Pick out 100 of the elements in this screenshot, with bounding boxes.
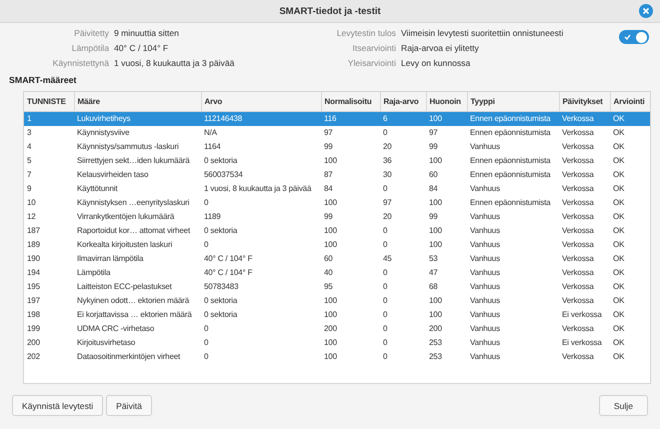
table-cell-text: Vanhuus <box>469 239 501 251</box>
table-cell: 100 <box>426 112 467 126</box>
table-cell-text: OK <box>612 267 626 279</box>
table-cell-text: 0 <box>203 197 210 209</box>
table-cell-text: 87 <box>323 169 334 181</box>
table-row[interactable]: 187 Raportoidut kor… attomat virheet 0 sektoria 100 0 100 Vanhuus Verkossa OK <box>24 224 650 238</box>
table-cell-text: Vanhuus <box>469 253 501 265</box>
column-header[interactable]: Arvo <box>201 92 321 112</box>
table-cell-text: 100 <box>428 225 443 237</box>
info-value: Raja-arvoa ei ylitetty <box>400 43 480 53</box>
table-row[interactable]: 197 Nykyinen odott… ektorien määrä 0 sektoria 100 0 100 Vanhuus Verkossa OK <box>24 294 650 308</box>
table-row[interactable]: 1 Lukuvirhetiheys 112146438 116 6 100 Ennen epäonnistumista Verkossa OK <box>24 112 650 126</box>
dialog-button[interactable]: Käynnistä levytesti <box>12 395 104 416</box>
table-cell: 97 <box>321 126 380 140</box>
table-cell-text: 53 <box>428 253 439 265</box>
table-cell-text: Verkossa <box>561 197 595 209</box>
table-cell-text: Verkossa <box>561 351 595 363</box>
table-cell-text: 0 <box>382 281 388 293</box>
table-cell-text: 60 <box>323 253 334 265</box>
table-cell-text: Dataosoitinmerkintöjen virheet <box>76 351 182 363</box>
toggle-switch[interactable] <box>619 30 649 44</box>
table-row[interactable]: 194 Lämpötila 40° C / 104° F 40 0 47 Vanhuus Verkossa OK <box>24 266 650 280</box>
table-cell-text: 100 <box>323 351 338 363</box>
table-cell-text: 0 <box>203 239 210 251</box>
column-header[interactable]: Päivitykset <box>559 92 610 112</box>
table-row[interactable]: 5 Siirrettyjen sekt…iden lukumäärä 0 sektoria 100 36 100 Ennen epäonnistumista Verkossa OK <box>24 154 650 168</box>
table-row[interactable]: 190 Ilmavirran lämpötila 40° C / 104° F 60 45 53 Vanhuus Verkossa OK <box>24 252 650 266</box>
table-cell-text: 197 <box>26 295 41 307</box>
table-cell-text: Käynnistys/sammutus -laskuri <box>76 141 180 153</box>
table-cell-text: Raportoidut kor… attomat virheet <box>76 225 192 237</box>
table-row[interactable]: 189 Korkealta kirjoitusten laskuri 0 100 0 100 Vanhuus Verkossa OK <box>24 238 650 252</box>
table-cell-text: Virrankytkentöjen lukumäärä <box>76 211 176 223</box>
table-cell-text: 0 <box>382 225 388 237</box>
table-cell-text: 7 <box>26 169 32 181</box>
column-header[interactable]: Normalisoitu <box>321 92 380 112</box>
table-cell-text: OK <box>612 295 626 307</box>
table-cell-text: 100 <box>323 337 338 349</box>
table-cell-text: Ennen epäonnistumista <box>469 155 552 167</box>
table-cell: OK <box>610 126 650 140</box>
table-cell-text: 9 <box>26 183 32 195</box>
table-cell-text: 253 <box>428 351 443 363</box>
table-cell-text: 0 <box>382 295 388 307</box>
table-cell-text: 36 <box>382 155 393 167</box>
table-row[interactable]: 202 Dataosoitinmerkintöjen virheet 0 100 0 253 Vanhuus Verkossa OK <box>24 350 650 364</box>
close-button[interactable]: Sulje <box>598 395 648 416</box>
table-cell-text: Vanhuus <box>469 295 501 307</box>
table-cell-text: 4 <box>26 141 32 153</box>
table-cell-text: 0 <box>382 351 388 363</box>
table-row[interactable]: 7 Kelausvirheiden taso 560037534 87 30 60 Ennen epäonnistumista Verkossa OK <box>24 168 650 182</box>
table-cell-text: Kirjoitusvirhetaso <box>76 337 136 349</box>
check-icon <box>624 34 631 40</box>
info-value: Viimeisin levytesti suoritettiin onnistuneesti <box>400 28 564 38</box>
column-header[interactable]: Arviointi <box>610 92 650 112</box>
table-row[interactable]: 10 Käynnistyksen …eenyrityslaskuri 0 100 97 100 Ennen epäonnistumista Verkossa OK <box>24 196 650 210</box>
table-cell-text: 0 <box>203 351 210 363</box>
table-cell-text: 0 <box>382 239 388 251</box>
info-label: Päivitetty <box>73 28 109 38</box>
table-row[interactable]: 12 Virrankytkentöjen lukumäärä 1189 99 20 99 Vanhuus Verkossa OK <box>24 210 650 224</box>
table-cell: N/A <box>201 126 321 140</box>
column-header[interactable]: TUNNISTE <box>24 92 74 112</box>
table-cell-text: Vanhuus <box>469 225 501 237</box>
table-cell-text: 84 <box>428 183 439 195</box>
table-cell-text: 0 sektoria <box>203 309 238 321</box>
table-row[interactable]: 4 Käynnistys/sammutus -laskuri 1164 99 20 99 Vanhuus Verkossa OK <box>24 140 650 154</box>
window-title: SMART-tiedot ja -testit <box>279 6 381 16</box>
table-cell-text: Ilmavirran lämpötila <box>76 253 144 265</box>
table-cell-text: 0 <box>203 337 210 349</box>
table-cell: Käynnistysviive <box>74 126 201 140</box>
table-cell-text: Siirrettyjen sekt…iden lukumäärä <box>76 155 191 167</box>
table-cell-text: Käyttötunnit <box>76 183 118 195</box>
table-row[interactable]: 199 UDMA CRC -virhetaso 0 200 0 200 Vanhuus Verkossa OK <box>24 322 650 336</box>
table-cell-text: OK <box>612 169 626 181</box>
table-row[interactable]: 9 Käyttötunnit 1 vuosi, 8 kuukautta ja 3 päivää 84 0 84 Vanhuus Verkossa OK <box>24 182 650 196</box>
table-row[interactable]: 200 Kirjoitusvirhetaso 0 100 0 253 Vanhuus Ei verkossa OK <box>24 336 650 350</box>
table-cell: 0 <box>380 126 426 140</box>
column-header[interactable]: Raja-arvo <box>380 92 426 112</box>
table-row[interactable]: 3 Käynnistysviive N/A 97 0 97 Ennen epäonnistumista Verkossa OK <box>24 126 650 140</box>
column-header[interactable]: Tyyppi <box>467 92 559 112</box>
table-cell-text: 189 <box>26 239 41 251</box>
table-cell-text: 45 <box>382 253 393 265</box>
table-cell: 97 <box>426 126 467 140</box>
close-icon[interactable] <box>639 4 653 18</box>
dialog-button[interactable]: Päivitä <box>106 395 152 416</box>
table-cell-text: 187 <box>26 225 41 237</box>
table-row[interactable]: 198 Ei korjattavissa … ektorien määrä 0 sektoria 100 0 100 Vanhuus Ei verkossa OK <box>24 308 650 322</box>
table-cell-text: OK <box>612 155 626 167</box>
table-cell: 1 <box>24 112 74 126</box>
table-cell-text: 194 <box>26 267 41 279</box>
column-header[interactable]: Määre <box>74 92 201 112</box>
table-cell-text: Vanhuus <box>469 267 501 279</box>
table-cell-text: Verkossa <box>561 267 595 279</box>
table-cell-text: 60 <box>428 169 439 181</box>
column-header[interactable]: Huonoin <box>426 92 467 112</box>
table-row[interactable]: 195 Laitteiston ECC-pelastukset 50783483 95 0 68 Vanhuus Verkossa OK <box>24 280 650 294</box>
info-value: 1 vuosi, 8 kuukautta ja 3 päivää <box>114 58 236 68</box>
table-cell-text: Nykyinen odott… ektorien määrä <box>76 295 190 307</box>
table-cell-text: 95 <box>323 281 334 293</box>
table-cell-text: Ennen epäonnistumista <box>469 169 552 181</box>
table-cell-text: OK <box>612 351 626 363</box>
table-cell-text: 68 <box>428 281 439 293</box>
